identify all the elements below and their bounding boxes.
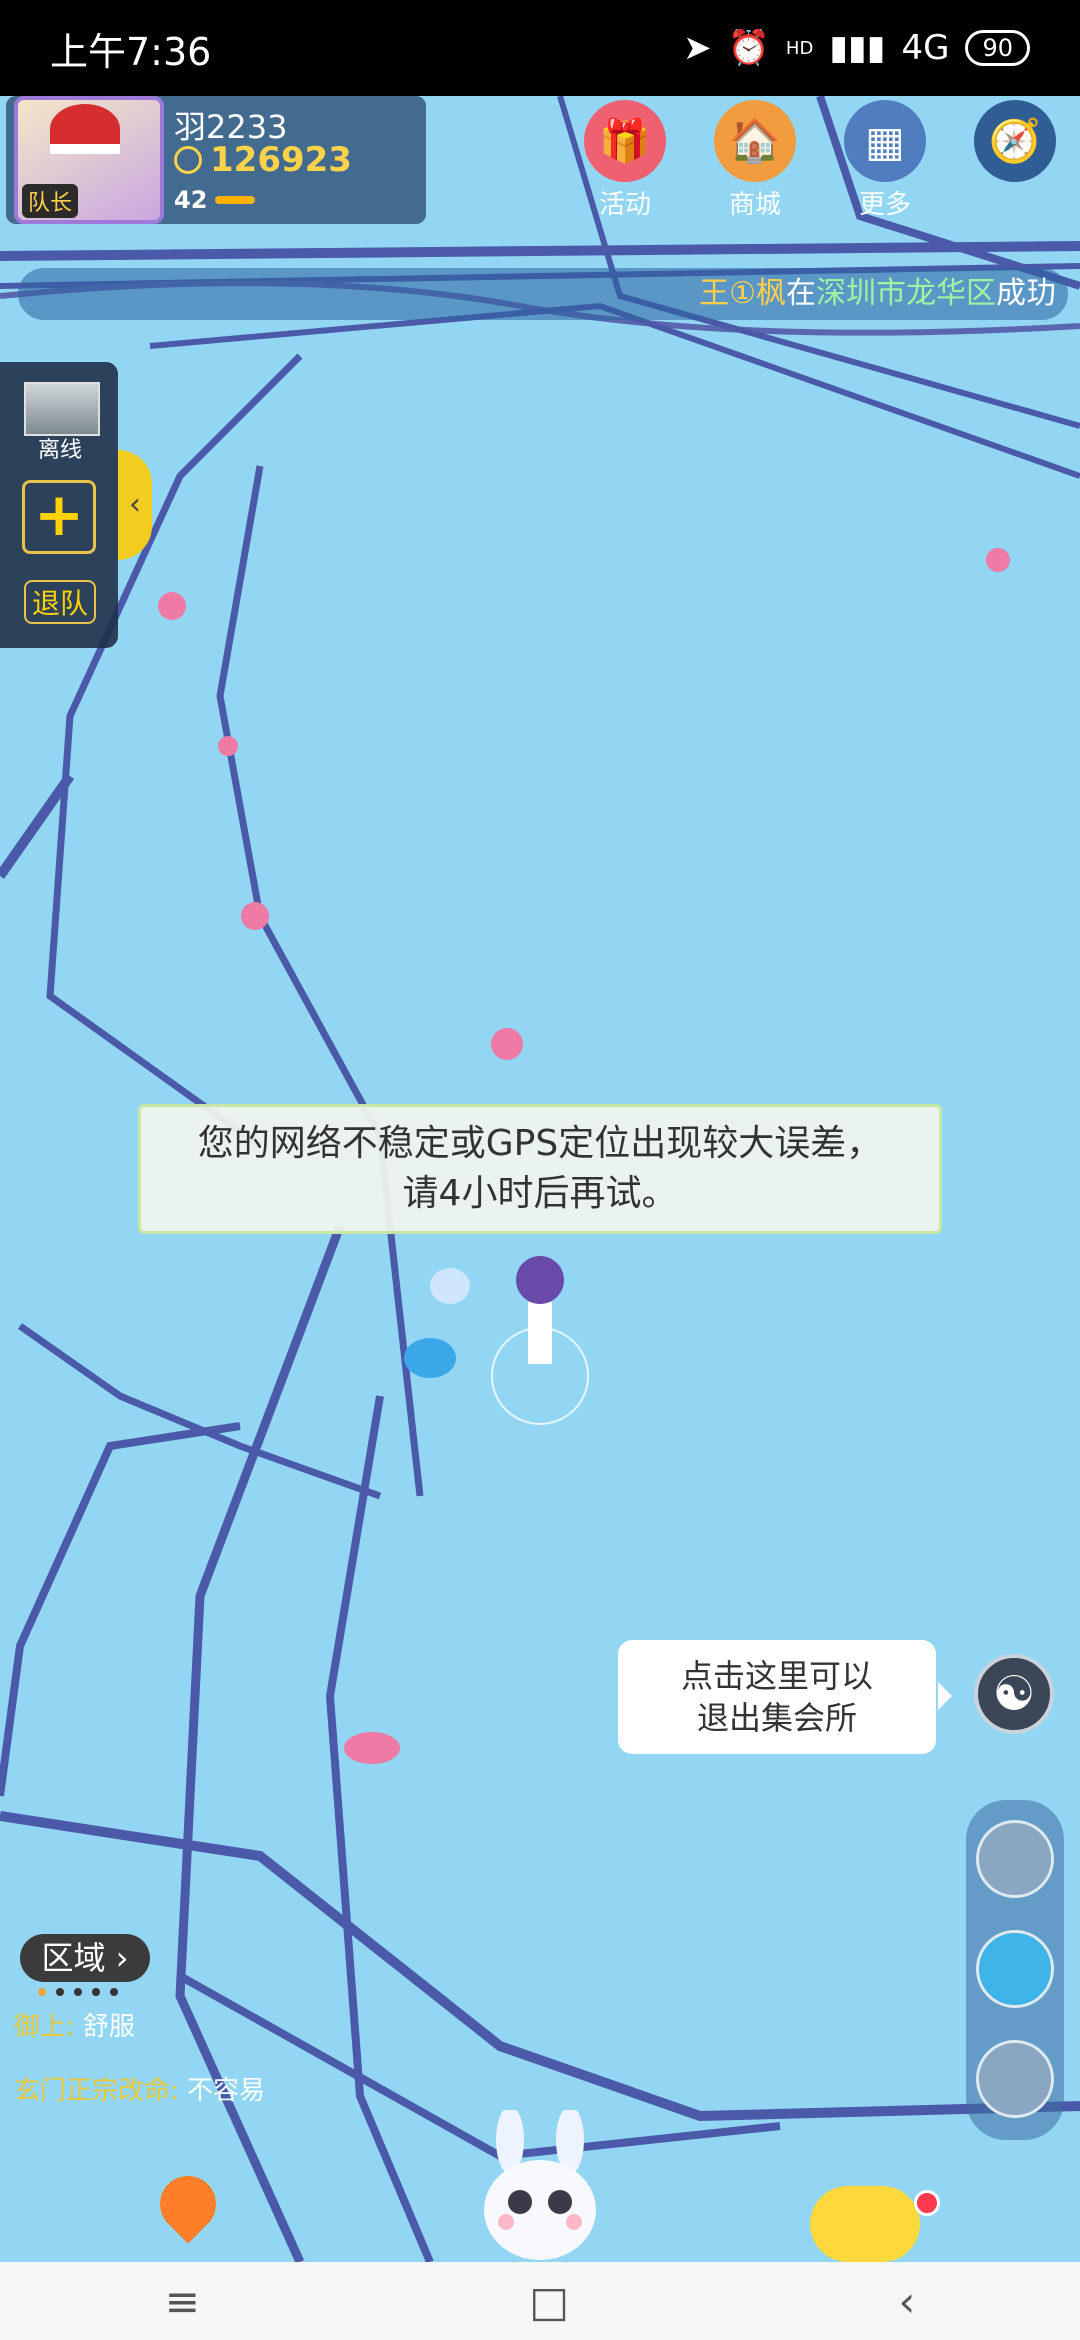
page-dot	[110, 1988, 118, 1996]
feed-key: 御上:	[14, 2012, 75, 2042]
collapse-panel-button[interactable]: ‹	[118, 450, 152, 560]
ticker-place: 深圳市龙华区	[816, 276, 996, 311]
more-label: 更多	[858, 190, 911, 220]
ticker-word: 在	[786, 276, 816, 311]
system-nav-bar: ≡ □ ‹	[0, 2262, 1080, 2340]
hint-line-1: 点击这里可以	[680, 1657, 873, 1695]
team-panel: 离线 + 退队	[0, 362, 118, 648]
level-progress-bar	[215, 196, 256, 204]
alarm-icon: ⏰	[727, 28, 770, 68]
pet-slot-2[interactable]	[976, 1930, 1054, 2008]
coin-balance: 126923	[174, 140, 352, 180]
ticker-player-name: 王①枫	[699, 276, 786, 311]
quit-team-button[interactable]: 退队	[24, 580, 96, 624]
player-profile-card[interactable]: 队长 羽2233 126923 42	[6, 96, 426, 224]
menu-icon[interactable]: ≡	[165, 2277, 200, 2326]
status-bar: 上午7:36 ➤ ⏰ HD ▮▮▮ 4G 90	[0, 0, 1080, 96]
network-type: 4G	[901, 28, 950, 68]
bunny-mascot-icon[interactable]	[470, 2110, 610, 2260]
level-value: 42	[174, 186, 208, 214]
toast-line-1: 您的网络不稳定或GPS定位出现较大误差，	[197, 1123, 883, 1164]
santa-hat-icon	[50, 104, 120, 154]
feed-key: 玄门正宗改命:	[14, 2076, 179, 2106]
signal-icon: ▮▮▮	[829, 28, 886, 68]
page-dot	[74, 1988, 82, 1996]
player-level: 42	[174, 186, 256, 214]
region-button[interactable]: 区域 ›	[20, 1934, 150, 1982]
captain-badge: 队长	[22, 184, 79, 218]
location-arrow-icon: ➤	[683, 28, 712, 68]
add-teammate-button[interactable]: +	[22, 480, 96, 554]
gift-icon: 🎁	[584, 100, 666, 182]
feed-value: 舒服	[83, 2012, 136, 2042]
hint-line-2: 退出集会所	[696, 1699, 857, 1737]
events-button[interactable]: 🎁 活动	[570, 96, 680, 221]
page-dot	[92, 1988, 100, 1996]
status-icons: ➤ ⏰ HD ▮▮▮ 4G 90	[683, 28, 1030, 68]
page-dots	[38, 1988, 118, 1996]
error-toast: 您的网络不稳定或GPS定位出现较大误差， 请4小时后再试。	[138, 1104, 942, 1234]
feed-value: 不容易	[187, 2076, 266, 2106]
shop-icon: 🏠	[714, 100, 796, 182]
yinyang-icon: ☯	[992, 1666, 1036, 1722]
region-label: 区域	[41, 1939, 106, 1977]
pet-panel	[966, 1800, 1064, 2140]
coin-icon	[174, 146, 202, 174]
shop-button[interactable]: 🏠 商城	[700, 96, 810, 221]
offline-label: 离线	[37, 438, 82, 463]
chevron-right-icon: ›	[115, 1939, 129, 1977]
more-icon: ▦	[844, 100, 926, 182]
feed-item: 御上: 舒服	[14, 2006, 135, 2043]
feed-item: 玄门正宗改命: 不容易	[14, 2070, 265, 2107]
player-avatar[interactable]: 队长	[14, 96, 164, 224]
announcement-ticker: 王①枫在深圳市龙华区成玏	[18, 268, 1068, 320]
battery-indicator: 90	[965, 30, 1030, 66]
compass-button[interactable]: 🧭	[960, 96, 1070, 184]
signal-hd-label: HD	[785, 37, 814, 59]
notification-dot	[914, 2190, 940, 2216]
status-time: 上午7:36	[50, 29, 212, 74]
coin-value: 126923	[210, 140, 352, 180]
pet-bag-icon[interactable]	[810, 2186, 920, 2262]
hint-bubble: 点击这里可以 退出集会所	[618, 1640, 952, 1754]
home-icon[interactable]: □	[529, 2277, 569, 2326]
teammate-thumbnail[interactable]	[24, 382, 100, 436]
page-dot	[38, 1988, 46, 1996]
shop-label: 商城	[728, 190, 781, 220]
toast-line-2: 请4小时后再试。	[402, 1173, 678, 1214]
more-button[interactable]: ▦ 更多	[830, 96, 940, 221]
events-label: 活动	[598, 190, 651, 220]
pet-slot-1[interactable]	[976, 1820, 1054, 1898]
page-dot	[56, 1988, 64, 1996]
exit-gathering-button[interactable]: ☯	[974, 1654, 1054, 1734]
pet-slot-3[interactable]	[976, 2040, 1054, 2118]
back-icon[interactable]: ‹	[898, 2277, 915, 2326]
compass-icon: 🧭	[974, 100, 1056, 182]
ticker-suffix: 成玏	[996, 276, 1056, 311]
